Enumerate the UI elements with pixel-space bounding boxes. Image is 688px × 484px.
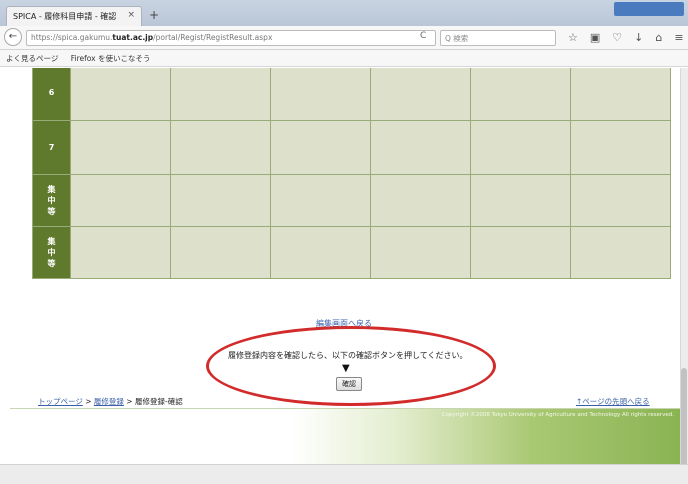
timetable-cell <box>270 226 371 279</box>
page-top-link[interactable]: ↑ページの先頭へ戻る <box>576 396 650 407</box>
bookmarks-bar: よく見るページ Firefox を使いこなそう <box>0 50 688 67</box>
star-icon[interactable]: ☆ <box>568 31 578 44</box>
timetable-cell <box>370 174 471 227</box>
period-label: 集 中 等 <box>32 226 71 279</box>
breadcrumb-regist[interactable]: 履修登録 <box>94 397 124 406</box>
timetable-row: 7 <box>32 120 671 175</box>
search-input[interactable]: Q 検索 <box>440 30 556 46</box>
timetable-cell <box>370 120 471 175</box>
breadcrumb-sep: > <box>123 397 135 406</box>
timetable-cell <box>570 174 671 227</box>
timetable-cell <box>370 226 471 279</box>
period-label: 集 中 等 <box>32 174 71 227</box>
confirm-button[interactable]: 確認 <box>336 377 362 391</box>
timetable-cell <box>170 226 271 279</box>
url-domain: tuat.ac.jp <box>112 33 154 42</box>
breadcrumb: トップページ > 履修登録 > 履修登録-確認 <box>38 396 183 407</box>
timetable-cell <box>270 174 371 227</box>
timetable-cell <box>70 68 171 121</box>
page-content: 67集 中 等集 中 等 編集画面へ戻る 履修登録内容を確認したら、以下の確認ボ… <box>0 68 680 464</box>
tab-title: SPICA - 履修科目申請 - 確認 <box>13 12 117 21</box>
home-icon[interactable]: ⌂ <box>655 31 662 44</box>
scrollbar-thumb[interactable] <box>681 368 687 478</box>
period-label: 7 <box>32 120 71 175</box>
clipboard-icon[interactable]: ▣ <box>590 31 600 44</box>
timetable-cell <box>570 68 671 121</box>
timetable-cell <box>170 68 271 121</box>
timetable-cell <box>570 120 671 175</box>
vertical-scrollbar[interactable] <box>680 68 688 478</box>
horizontal-scrollbar[interactable] <box>0 464 688 484</box>
pocket-icon[interactable]: ♡ <box>612 31 622 44</box>
timetable-cell <box>70 226 171 279</box>
timetable-cell <box>170 120 271 175</box>
timetable-cell <box>470 120 571 175</box>
timetable-grid: 67集 中 等集 中 等 <box>32 68 671 279</box>
navigation-bar: ← https://spica.gakumu.tuat.ac.jp/portal… <box>0 26 688 50</box>
timetable-cell <box>70 120 171 175</box>
copyright-text: Copyright ©2008 Tokyo University of Agri… <box>441 412 674 418</box>
browser-window: SPICA - 履修科目申請 - 確認 × + ← https://spica.… <box>0 0 688 484</box>
download-icon[interactable]: ↓ <box>634 31 643 44</box>
timetable-row: 集 中 等 <box>32 226 671 279</box>
breadcrumb-sep: > <box>82 397 94 406</box>
timetable-cell <box>170 174 271 227</box>
menu-icon[interactable]: ≡ <box>674 31 683 44</box>
timetable-cell <box>270 120 371 175</box>
timetable-cell <box>470 68 571 121</box>
page-footer: Copyright ©2008 Tokyo University of Agri… <box>10 408 680 464</box>
url-path: /portal/Regist/RegistResult.aspx <box>153 33 273 42</box>
breadcrumb-top[interactable]: トップページ <box>38 397 83 406</box>
url-prefix: https://spica.gakumu. <box>31 33 113 42</box>
reload-icon[interactable]: C <box>420 31 426 41</box>
timetable-cell <box>470 174 571 227</box>
timetable-row: 集 中 等 <box>32 174 671 227</box>
new-tab-button[interactable]: + <box>146 7 162 23</box>
timetable-cell <box>70 174 171 227</box>
breadcrumb-current: 履修登録-確認 <box>134 397 183 406</box>
window-controls[interactable] <box>614 2 684 16</box>
tab-active[interactable]: SPICA - 履修科目申請 - 確認 × <box>6 6 142 26</box>
timetable-cell <box>570 226 671 279</box>
period-label: 6 <box>32 68 71 121</box>
timetable-cell <box>370 68 471 121</box>
timetable-cell <box>470 226 571 279</box>
bookmark-firefox-tips[interactable]: Firefox を使いこなそう <box>71 54 151 63</box>
timetable-row: 6 <box>32 68 671 121</box>
timetable-cell <box>270 68 371 121</box>
url-bar[interactable]: https://spica.gakumu.tuat.ac.jp/portal/R… <box>26 30 436 46</box>
toolbar-icons: ☆ ▣ ♡ ↓ ⌂ ≡ <box>568 31 684 44</box>
back-button[interactable]: ← <box>4 28 22 46</box>
down-arrow-icon: ▼ <box>342 363 350 374</box>
tab-strip: SPICA - 履修科目申請 - 確認 × + <box>0 0 688 26</box>
confirm-instruction: 履修登録内容を確認したら、以下の確認ボタンを押してください。 <box>228 351 468 360</box>
tab-close-icon[interactable]: × <box>127 10 135 20</box>
bookmark-most-visited[interactable]: よく見るページ <box>6 54 58 63</box>
highlight-ellipse <box>206 326 496 406</box>
